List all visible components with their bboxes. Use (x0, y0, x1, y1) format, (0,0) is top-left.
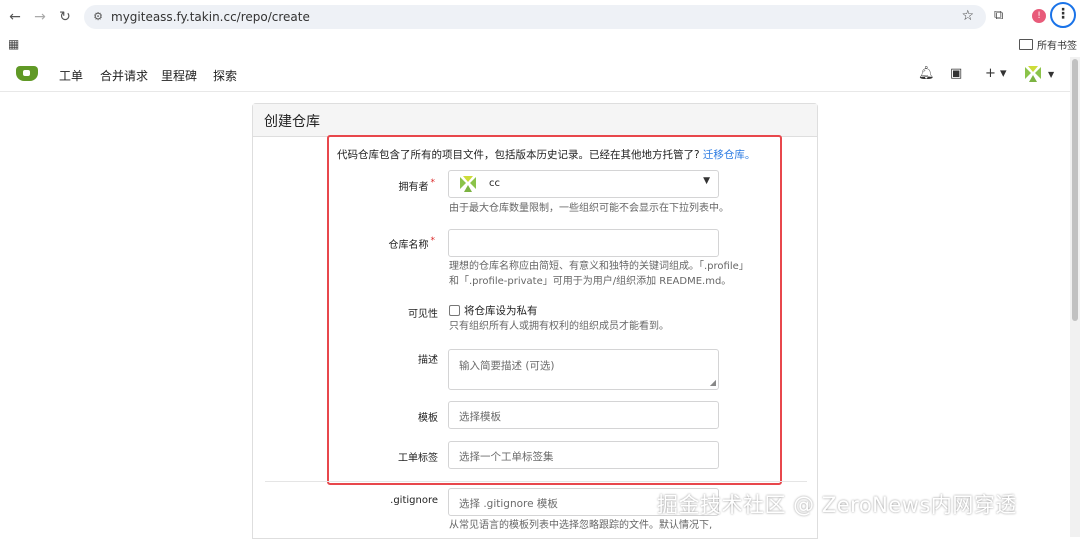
watermark: 掘金技术社区 @ ZeroNews内网穿透 (657, 493, 1017, 517)
reload-icon[interactable]: ↻ (56, 8, 74, 26)
gitignore-placeholder: 选择 .gitignore 模板 (459, 498, 558, 510)
all-bookmarks-label: 所有书签 (1037, 41, 1077, 52)
page-scrollbar[interactable] (1070, 57, 1080, 537)
card-header: 创建仓库 (253, 104, 817, 137)
gitignore-label: .gitignore (390, 495, 438, 506)
site-navbar: 工单 合并请求 里程碑 探索 🔔︎ ▣ + ▾ ▼ (0, 57, 1070, 92)
forward-icon[interactable]: → (31, 8, 49, 26)
all-bookmarks[interactable]: 所有书签 (1019, 37, 1077, 52)
back-icon[interactable]: ← (6, 8, 24, 26)
browser-menu-icon[interactable]: ⋮ (1050, 2, 1076, 28)
apps-grid-icon[interactable]: ▦ (8, 37, 19, 51)
scrollbar-thumb[interactable] (1072, 59, 1078, 321)
nav-issues[interactable]: 工单 (59, 67, 83, 84)
stopwatch-icon[interactable]: ▣ (950, 66, 962, 81)
create-menu-icon[interactable]: + ▾ (985, 66, 1007, 81)
address-bar[interactable]: ⚙ mygiteass.fy.takin.cc/repo/create ☆ (84, 5, 986, 29)
folder-icon (1019, 39, 1033, 50)
bookmarks-bar: ▦ 所有书签 (0, 33, 1080, 55)
profile-avatar[interactable]: ! (1032, 9, 1046, 23)
notifications-bell-icon[interactable]: 🔔︎ (918, 66, 935, 81)
user-avatar-icon[interactable] (1023, 65, 1043, 83)
extensions-icon[interactable]: ⧉ (994, 8, 1003, 23)
bookmark-star-icon[interactable]: ☆ (961, 8, 974, 24)
site-info-icon[interactable]: ⚙ (90, 9, 106, 25)
section-divider (265, 481, 807, 482)
page-title: 创建仓库 (264, 114, 320, 130)
gitignore-help: 从常见语言的模板列表中选择忽略跟踪的文件。默认情况下, (449, 520, 713, 531)
browser-toolbar: ← → ↻ ⚙ mygiteass.fy.takin.cc/repo/creat… (0, 0, 1080, 33)
nav-pulls[interactable]: 合并请求 (100, 67, 148, 84)
gitea-logo-icon[interactable] (16, 66, 38, 81)
highlight-box (327, 135, 782, 485)
url-text: mygiteass.fy.takin.cc/repo/create (111, 10, 310, 24)
nav-milestones[interactable]: 里程碑 (161, 67, 197, 84)
chevron-down-icon[interactable]: ▼ (1048, 70, 1054, 79)
nav-explore[interactable]: 探索 (213, 67, 237, 84)
